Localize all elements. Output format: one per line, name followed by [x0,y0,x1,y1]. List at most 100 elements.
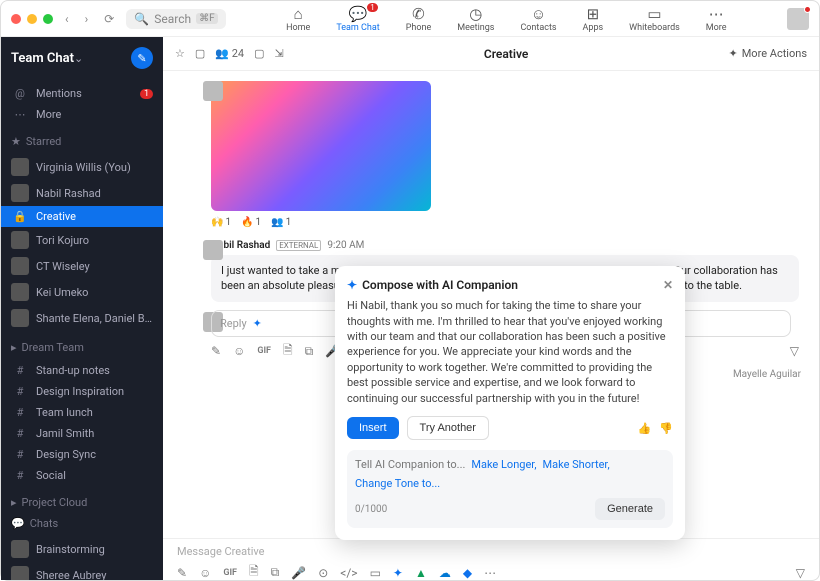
bookmark-icon[interactable]: ▢ [195,47,205,60]
nav-apps[interactable]: ⊞Apps [583,5,604,33]
sidebar-item[interactable]: #Stand-up notes [1,360,163,381]
star-icon[interactable]: ☆ [175,47,185,60]
more-actions-button[interactable]: ✦More Actions [728,47,807,60]
ai-suggestion[interactable]: Make Shorter, [543,458,610,471]
video-icon[interactable]: ⊙ [318,566,328,580]
project-heading[interactable]: ▸Project Cloud [1,490,163,511]
try-another-button[interactable]: Try Another [407,416,489,440]
code-icon[interactable]: </> [340,566,357,580]
search-input[interactable]: 🔍 Search ⌘F [126,9,225,29]
ai-suggestion[interactable]: Make Longer, [471,458,536,471]
thumbs-up-icon[interactable]: 👍 [638,422,652,435]
emoji-icon[interactable]: ☺ [233,344,245,358]
nav-forward[interactable]: › [81,12,93,26]
nav-whiteboards[interactable]: ▭Whiteboards [629,5,680,33]
sparkle-icon[interactable]: ✦ [253,317,262,330]
avatar [11,231,29,249]
file-icon[interactable]: 🗎 [283,341,293,362]
generate-button[interactable]: Generate [595,498,665,520]
ai-suggestion[interactable]: Change Tone to... [355,477,440,490]
sidebar-more[interactable]: ⋯More [1,104,163,125]
reaction[interactable]: 🔥1 [241,217,261,228]
sidebar-item[interactable]: Sheree Aubrey [1,562,163,580]
user-avatar[interactable] [787,8,809,30]
filter-icon[interactable]: ▽ [790,344,799,358]
refresh-icon[interactable]: ⟳ [100,12,118,26]
chat-icon: 💬 [11,517,25,530]
close-window[interactable] [11,14,21,24]
sidebar: Team Chat ⌄ ✎ @Mentions1 ⋯More ★Starred … [1,37,163,580]
sidebar-item[interactable]: Tori Kojuro [1,227,163,253]
at-icon: @ [11,87,29,100]
reaction[interactable]: 👥1 [271,217,291,228]
titlebar: ‹ › ⟳ 🔍 Search ⌘F ⌂Home 💬Team Chat1 ✆Pho… [1,1,819,37]
sidebar-item[interactable]: #Design Sync [1,444,163,465]
sidebar-item[interactable]: #Team lunch [1,402,163,423]
search-placeholder: Search [154,12,191,26]
link-icon[interactable]: ⇲ [275,47,284,60]
close-icon[interactable]: ✕ [663,278,673,292]
sidebar-item[interactable]: CT Wiseley [1,253,163,279]
sidebar-item[interactable]: Nabil Rashad [1,180,163,206]
screenshot-icon[interactable]: ⧉ [271,565,280,580]
nav-home[interactable]: ⌂Home [286,5,310,33]
nav-back[interactable]: ‹ [61,12,73,26]
dream-heading[interactable]: ▸Dream Team [1,335,163,356]
screen-icon[interactable]: ▭ [370,566,381,580]
nav-phone[interactable]: ✆Phone [406,5,432,33]
reaction[interactable]: 🙌1 [211,217,231,228]
composer-input[interactable]: Message Creative [177,543,805,562]
maximize-window[interactable] [43,14,53,24]
app-icon[interactable]: ◆ [463,566,472,580]
attached-image[interactable] [211,81,431,211]
sidebar-mentions[interactable]: @Mentions1 [1,83,163,104]
sidebar-item[interactable]: #Social [1,465,163,486]
filter-icon[interactable]: ▽ [796,566,805,580]
members-count[interactable]: 👥 24 [215,47,244,60]
more-icon: ⋯ [11,108,29,121]
status-dot [804,6,811,13]
chat-title: Creative [294,47,719,61]
drive-icon[interactable]: ▲ [415,566,427,580]
video-icon[interactable]: ▢ [254,47,264,60]
gif-icon[interactable]: GIF [257,346,271,356]
contacts-icon: ☺ [531,5,546,23]
insert-button[interactable]: Insert [347,417,399,439]
thumbs-down-icon[interactable]: 👎 [659,422,673,435]
avatar [203,240,223,260]
sidebar-item[interactable]: Shante Elena, Daniel Bow... [1,305,163,331]
emoji-icon[interactable]: ☺ [199,566,211,580]
ai-generated-text: Hi Nabil, thank you so much for taking t… [347,298,673,406]
minimize-window[interactable] [27,14,37,24]
avatar [11,184,29,202]
sparkle-icon[interactable]: ✦ [393,566,403,580]
format-icon[interactable]: ✎ [177,566,187,580]
message-time: 9:20 AM [327,240,364,251]
home-icon: ⌂ [294,5,303,23]
nav-team-chat[interactable]: 💬Team Chat1 [336,5,379,33]
starred-heading[interactable]: ★Starred [1,129,163,150]
nav-meetings[interactable]: ◷Meetings [457,5,494,33]
nav-contacts[interactable]: ☺Contacts [520,5,556,33]
sidebar-item[interactable]: #Design Inspiration [1,381,163,402]
sidebar-item[interactable]: Kei Umeko [1,279,163,305]
audio-icon[interactable]: 🎤 [291,566,306,580]
gif-icon[interactable]: GIF [223,568,237,578]
lock-icon: 🔒 [11,210,29,223]
sidebar-item[interactable]: #Jamil Smith [1,423,163,444]
cloud-icon[interactable]: ☁ [439,566,451,580]
screenshot-icon[interactable]: ⧉ [305,344,314,359]
file-icon[interactable]: 🗎 [249,562,259,580]
folder-icon: ▸ [11,341,17,354]
sidebar-item[interactable]: Virginia Willis (You) [1,154,163,180]
format-icon[interactable]: ✎ [211,344,221,358]
avatar [11,540,29,558]
sidebar-item[interactable]: Brainstorming [1,536,163,562]
nav-more[interactable]: ⋯More [706,5,727,33]
sidebar-item[interactable]: 🔒Creative [1,206,163,227]
more-icon[interactable]: ⋯ [484,566,496,580]
compose-button[interactable]: ✎ [131,47,153,69]
chats-heading[interactable]: 💬Chats [1,511,163,532]
chevron-down-icon[interactable]: ⌄ [74,52,83,65]
hash-icon: # [11,448,29,461]
